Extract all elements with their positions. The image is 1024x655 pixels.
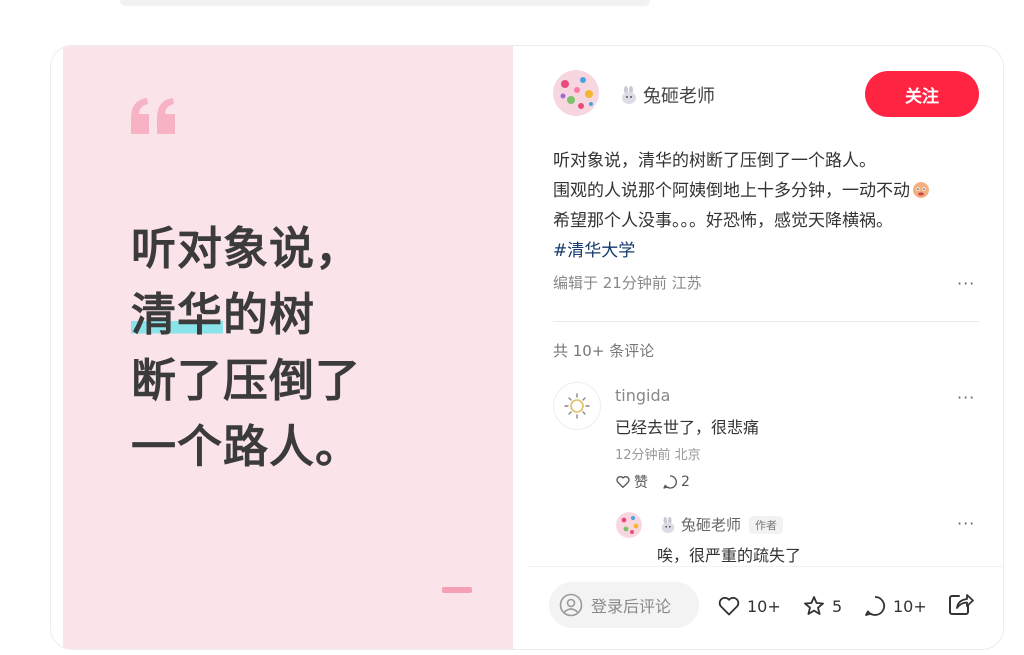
quote-line-3: 断了压倒了 [131,354,362,407]
post-meta: 编辑于 21分钟前 江苏 [553,274,702,292]
author-badge: 作者 [749,515,784,534]
comment-input-placeholder: 登录后评论 [591,597,672,616]
share-icon[interactable] [945,589,975,619]
follow-button[interactable]: 关注 [865,71,979,117]
bunny-icon [661,516,675,533]
chat-icon [865,596,886,616]
commenter-avatar[interactable] [553,382,601,430]
author-name: 兔砸老师 [643,86,715,107]
reply-author-name: 兔砸老师 [681,516,742,534]
post-content: 听对象说，清华的树断了压倒了一个路人。 围观的人说那个阿姨倒地上十多分钟，一动不… [553,146,983,266]
heart-icon [718,596,740,616]
hashtag-link[interactable]: #清华大学 [553,236,983,266]
post-line-1: 听对象说，清华的树断了压倒了一个路人。 [553,151,876,171]
like-button[interactable]: 10+ [717,594,781,618]
post-more-button[interactable]: ··· [957,274,975,293]
reply-text: 唉，很严重的疏失了 [657,546,802,565]
emoji-face-icon [913,182,929,198]
divider [553,321,979,322]
bunny-icon [622,86,636,104]
like-label: 赞 [634,475,648,491]
author-avatar[interactable] [553,70,599,116]
comment-input[interactable]: 登录后评论 [549,582,699,628]
comment-more-button[interactable]: ··· [957,388,975,407]
post-line-3: 希望那个人没事。。。好恐怖，感觉天降横祸。 [553,211,893,231]
sun-icon [564,393,590,419]
author-info[interactable]: 兔砸老师 [619,82,715,108]
user-icon [559,593,583,617]
comment-count: 共 10+ 条评论 [553,342,655,360]
comment-meta: 12分钟前 北京 [615,448,701,463]
post-image[interactable]: 听对象说， 清华的树 断了压倒了 一个路人。 [63,46,513,649]
comment-like-button[interactable]: 赞 [615,472,648,492]
quote-line-4: 一个路人。 [131,420,362,473]
post-line-2: 围观的人说那个阿姨倒地上十多分钟，一动不动 [553,176,983,206]
heart-icon [616,476,630,488]
post-line-2-text: 围观的人说那个阿姨倒地上十多分钟，一动不动 [553,181,910,201]
star-icon [804,596,824,615]
reply-author-avatar[interactable] [616,512,642,538]
comment-text: 已经去世了，很悲痛 [615,418,760,437]
reply-more-button[interactable]: ··· [957,514,975,533]
chat-icon [663,475,677,489]
quote-line-1: 听对象说， [131,222,362,275]
bottom-action-bar: 登录后评论 10+ 5 10+ [527,566,1003,649]
post-detail-panel: 兔砸老师 关注 听对象说，清华的树断了压倒了一个路人。 围观的人说那个阿姨倒地上… [527,46,1003,649]
quote-icon [131,98,175,134]
comment-button[interactable]: 10+ [863,594,927,618]
image-pager-indicator [442,587,472,593]
comment-reply-button[interactable]: 2 [662,474,690,490]
quote-line-2: 清华的树 [131,282,361,348]
quote-text: 听对象说， 清华的树 断了压倒了 一个路人。 [131,216,361,480]
comment-actions: 赞 2 [615,472,690,492]
collect-button[interactable]: 5 [802,594,842,618]
commenter-name[interactable]: tingida [615,386,670,405]
collect-count: 5 [832,596,843,616]
top-scroll-edge [120,0,650,6]
quote-highlight: 清华 [131,288,224,341]
like-count: 10+ [747,596,781,616]
reply-author[interactable]: 兔砸老师 作者 [659,514,784,535]
reply-count: 2 [681,474,690,490]
post-card: 听对象说， 清华的树 断了压倒了 一个路人。 兔砸老师 关注 听对象说，清华的树… [50,45,1004,650]
comment-total: 10+ [893,596,927,616]
quote-line-2-rest: 的树 [223,288,316,341]
